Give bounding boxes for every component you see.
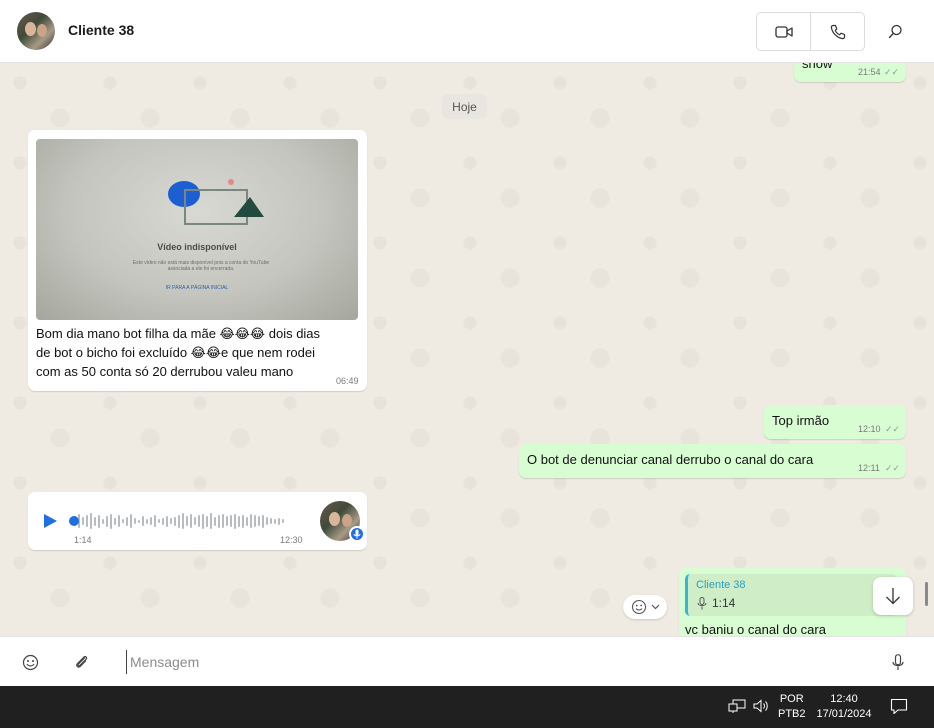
scroll-to-bottom-button[interactable] bbox=[873, 577, 913, 615]
phone-icon bbox=[830, 24, 845, 39]
message-text: Top irmão bbox=[772, 413, 830, 428]
message-bubble-outgoing[interactable]: Top irmão 12:10 ✓✓ bbox=[764, 405, 906, 439]
message-bubble-incoming-photo[interactable]: Vídeo indisponível Este vídeo não está m… bbox=[28, 130, 367, 391]
message-caption-line: com as 50 conta só 20 derrubou valeu man… bbox=[36, 364, 294, 379]
clock-time: 12:40 bbox=[830, 693, 858, 705]
photo-video-title: Vídeo indisponível bbox=[157, 242, 237, 252]
message-time: 21:54 bbox=[858, 67, 881, 77]
contact-avatar[interactable] bbox=[17, 12, 55, 50]
quoted-message[interactable]: Cliente 38 1:14 bbox=[685, 574, 897, 616]
system-clock[interactable]: 12:40 17/01/2024 bbox=[812, 692, 876, 722]
search-icon bbox=[888, 24, 902, 38]
voice-duration: 1:14 bbox=[74, 535, 92, 545]
read-ticks-icon: ✓✓ bbox=[885, 424, 901, 434]
search-button[interactable] bbox=[880, 16, 910, 46]
emoji-button[interactable] bbox=[20, 652, 40, 672]
voice-call-button[interactable] bbox=[810, 13, 864, 50]
call-buttons bbox=[756, 12, 865, 51]
language-code: POR bbox=[779, 693, 804, 705]
message-time: 12:11 bbox=[858, 463, 880, 473]
photo-video-link: IR PARA A PÁGINA INICIAL bbox=[165, 285, 229, 291]
message-input[interactable] bbox=[126, 650, 826, 674]
day-separator: Hoje bbox=[442, 94, 487, 119]
quoted-sender-name: Cliente 38 bbox=[696, 579, 746, 591]
message-bubble-outgoing[interactable]: O bot de denunciar canal derrubo o canal… bbox=[519, 444, 906, 478]
message-text: show bbox=[802, 63, 833, 71]
input-language-indicator[interactable]: POR PTB2 bbox=[778, 692, 806, 722]
clock-date: 17/01/2024 bbox=[816, 708, 872, 720]
notifications-icon[interactable] bbox=[890, 698, 908, 715]
voice-message-bubble[interactable]: 1:14 12:30 bbox=[28, 492, 367, 550]
message-text: vc baniu o canal do cara bbox=[685, 622, 826, 636]
contact-name[interactable]: Cliente 38 bbox=[68, 22, 134, 38]
chat-header: Cliente 38 bbox=[0, 0, 934, 63]
read-ticks-icon: ✓✓ bbox=[885, 463, 901, 473]
message-list[interactable]: show 21:54 ✓✓ Hoje Vídeo indisponível Es… bbox=[0, 63, 934, 636]
volume-icon[interactable] bbox=[752, 698, 770, 714]
read-ticks-icon: ✓✓ bbox=[884, 67, 900, 77]
video-camera-icon bbox=[774, 25, 793, 38]
microphone-icon bbox=[697, 597, 707, 610]
message-time: 12:10 bbox=[858, 424, 881, 434]
photo-video-subtitle: Este vídeo não está mais disponível pois… bbox=[132, 260, 270, 272]
attach-button[interactable] bbox=[72, 652, 92, 672]
keyboard-layout: PTB2 bbox=[778, 708, 806, 720]
message-composer bbox=[0, 636, 934, 686]
microphone-badge-icon bbox=[349, 526, 365, 542]
windows-taskbar: POR PTB2 12:40 17/01/2024 bbox=[0, 686, 934, 728]
paperclip-icon bbox=[76, 655, 88, 668]
message-bubble-outgoing[interactable]: show 21:54 ✓✓ bbox=[794, 63, 906, 82]
microphone-icon bbox=[892, 653, 904, 670]
chevron-down-icon bbox=[651, 604, 659, 610]
photo-attachment[interactable]: Vídeo indisponível Este vídeo não está m… bbox=[36, 139, 358, 320]
message-bubble-outgoing-reply[interactable]: Cliente 38 1:14 vc baniu o canal do cara bbox=[679, 568, 906, 636]
play-icon[interactable] bbox=[42, 513, 58, 529]
message-caption-line: de bot o bicho foi excluído 😂😂e que nem … bbox=[36, 345, 315, 360]
reaction-button[interactable] bbox=[623, 595, 667, 619]
arrow-down-icon bbox=[886, 588, 900, 605]
network-icon[interactable] bbox=[728, 698, 746, 714]
quoted-voice-duration: 1:14 bbox=[712, 596, 736, 610]
message-caption-line: Bom dia mano bot filha da mãe 😂😂😂 dois d… bbox=[36, 326, 321, 341]
message-text: O bot de denunciar canal derrubo o canal… bbox=[527, 452, 814, 467]
emoji-icon bbox=[631, 599, 646, 615]
scrollbar-thumb[interactable] bbox=[925, 582, 928, 606]
voice-waveform[interactable] bbox=[70, 511, 302, 531]
message-time: 06:49 bbox=[336, 376, 359, 386]
emoji-icon bbox=[22, 654, 38, 670]
video-call-button[interactable] bbox=[757, 13, 810, 50]
voice-scrubber-handle[interactable] bbox=[69, 516, 79, 526]
message-time: 12:30 bbox=[280, 535, 303, 545]
voice-record-button[interactable] bbox=[888, 652, 908, 672]
